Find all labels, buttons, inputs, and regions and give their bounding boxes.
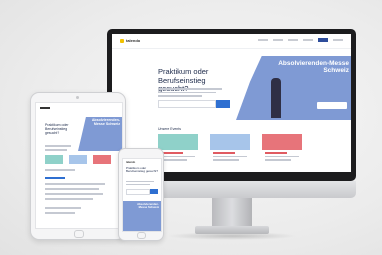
site-navbar: talendo [112,34,351,49]
phone-search-button[interactable] [150,189,158,194]
tablet-event-card[interactable] [93,155,111,164]
phone-hero-title: Praktikum oder Berufseinstieg gesucht? [126,166,159,174]
banner-person-image [271,78,281,118]
nav-item[interactable] [273,39,283,41]
event-card-image [262,134,302,150]
tablet-event-card[interactable] [69,155,87,164]
event-card[interactable] [210,134,250,172]
hero-description [158,88,222,99]
phone-site-logo[interactable]: talendo [126,161,135,164]
phone-banner-title: Absolvierenden-Messe Schweiz [137,202,159,210]
imac-foot [195,226,269,234]
event-card-image [210,134,250,150]
nav-menu [258,38,343,42]
home-button[interactable] [137,232,146,239]
search-input[interactable] [158,100,216,108]
nav-item[interactable] [333,39,343,41]
event-card[interactable] [262,134,302,172]
tablet-hero-title: Praktikum oder Berufseinstieg gesucht? [45,123,69,135]
event-card-image [158,134,198,150]
tablet-event-card[interactable] [45,155,63,164]
site-logo[interactable]: talendo [126,38,140,43]
search-button[interactable] [216,100,230,108]
phone-search-input[interactable] [126,189,150,195]
tablet-device: Praktikum oder Berufseinstieg gesucht? A… [30,92,126,240]
tablet-screen: Praktikum oder Berufseinstieg gesucht? A… [35,102,123,229]
phone-screen: talendo Praktikum oder Berufseinstieg ge… [122,158,162,232]
product-mockup-scene: talendo Praktikum oder Berufseinstieg ge… [0,0,382,255]
banner-button[interactable] [317,102,347,109]
events-heading: Unsere Events [158,127,181,131]
event-card[interactable] [158,134,198,172]
imac-stand [212,198,252,228]
nav-cta-button[interactable] [318,38,328,42]
home-button[interactable] [74,230,84,238]
nav-item[interactable] [258,39,268,41]
logo-icon [120,39,124,43]
nav-item[interactable] [303,39,313,41]
nav-item[interactable] [288,39,298,41]
banner-title: Absolvierenden-Messe Schweiz [278,60,349,74]
phone-device: talendo Praktikum oder Berufseinstieg ge… [118,148,164,241]
camera-icon [76,96,79,99]
tablet-banner-title: Absolvierenden-Messe Schweiz [91,118,120,126]
